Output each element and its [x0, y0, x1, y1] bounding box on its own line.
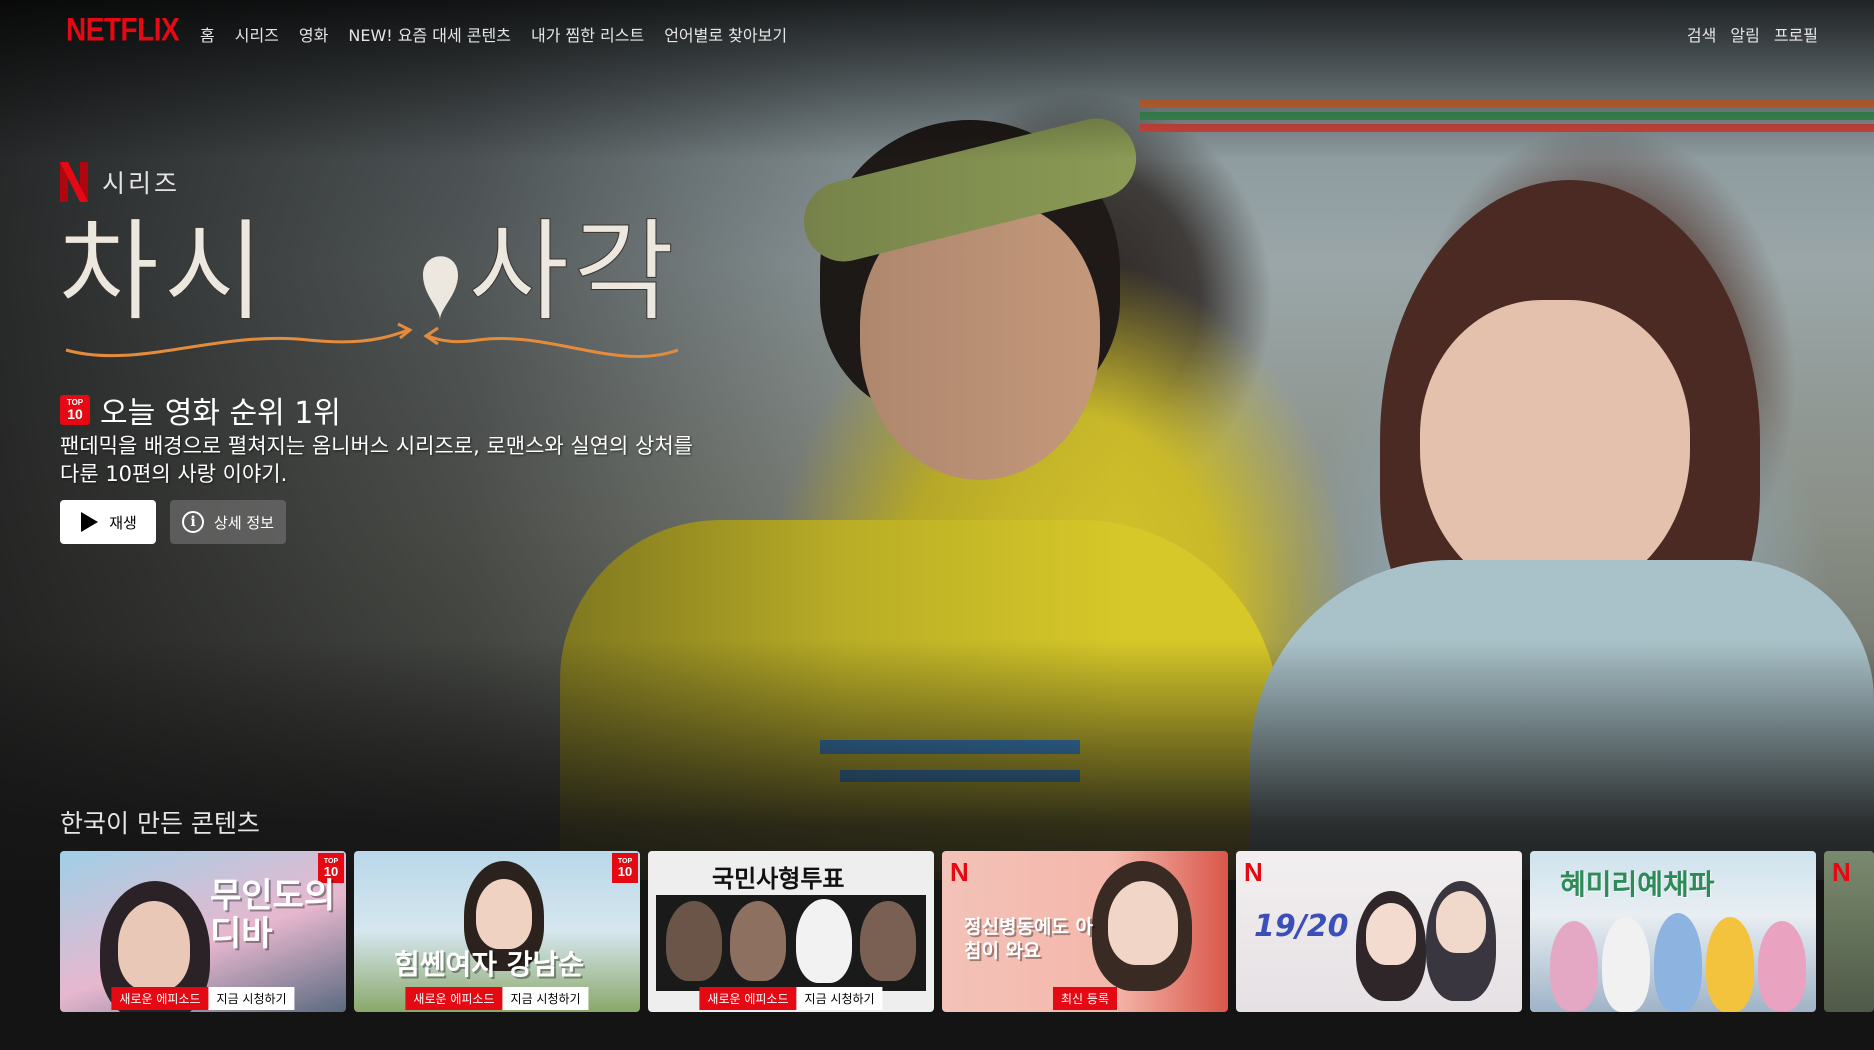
nav-series[interactable]: 시리즈 — [235, 22, 279, 46]
hero-series-label: 시리즈 — [60, 162, 180, 202]
play-button-label: 재생 — [109, 513, 137, 532]
netflix-n-icon: N — [1832, 857, 1851, 887]
card-title: 무인도의 디바 — [210, 876, 336, 954]
title-card[interactable]: TOP 10 무인도의 디바 새로운 에피소드 지금 시청하기 — [60, 851, 346, 1012]
card-figure-face — [1108, 881, 1178, 965]
card-figure-face — [1436, 891, 1486, 953]
title-card[interactable]: 국민사형투표 새로운 에피소드 지금 시청하기 — [648, 851, 934, 1012]
card-figure — [1550, 921, 1598, 1011]
svg-text:차시: 차시 — [58, 208, 268, 336]
play-button[interactable]: 재생 — [60, 500, 156, 544]
title-card[interactable]: 혜미리예채파 — [1530, 851, 1816, 1012]
card-figure — [1758, 921, 1806, 1011]
watch-now-badge: 지금 시청하기 — [502, 987, 589, 1010]
hero-buttons: 재생 i 상세 정보 — [60, 500, 286, 544]
card-title: 정신병동에도 아침이 와요 — [964, 916, 1093, 962]
card-title: 힘쎈여자 강남순 — [394, 948, 585, 981]
nav-new-popular[interactable]: NEW! 요즘 대세 콘텐츠 — [348, 22, 511, 46]
top10-icon: TOP 10 — [60, 395, 90, 425]
info-icon: i — [182, 511, 205, 533]
row-title: 한국이 만든 콘텐츠 — [60, 809, 260, 838]
top-nav: NETFLIX 홈 시리즈 영화 NEW! 요즘 대세 콘텐츠 내가 찜한 리스… — [0, 0, 1874, 68]
title-card[interactable]: N 정신병동에도 아침이 와요 최신 등록 — [942, 851, 1228, 1012]
card-figure — [1706, 917, 1754, 1012]
hero-title-logo: 차시 사각 — [58, 200, 698, 370]
card-figure-face — [476, 879, 532, 949]
hero-rank-text: 오늘 영화 순위 1위 — [100, 396, 341, 431]
card-figure — [666, 901, 722, 981]
card-figure — [730, 901, 786, 981]
card-figure-face — [1366, 903, 1416, 965]
play-icon — [81, 512, 99, 532]
card-title: 혜미리예채파 — [1560, 868, 1715, 901]
card-badges: 새로운 에피소드 지금 시청하기 — [111, 987, 295, 1010]
nav-my-list[interactable]: 내가 찜한 리스트 — [531, 22, 644, 46]
netflix-logo[interactable]: NETFLIX — [66, 12, 180, 49]
watch-now-badge: 지금 시청하기 — [208, 987, 295, 1010]
search-link[interactable]: 검색 — [1687, 22, 1716, 46]
new-episode-badge: 새로운 에피소드 — [405, 987, 503, 1010]
card-title: 19/20 — [1254, 909, 1349, 944]
new-episode-badge: 새로운 에피소드 — [111, 987, 209, 1010]
card-badges: 새로운 에피소드 지금 시청하기 — [699, 987, 883, 1010]
profile-link[interactable]: 프로필 — [1774, 22, 1818, 46]
top10-icon: TOP 10 — [612, 853, 638, 883]
card-figure — [1602, 917, 1650, 1012]
card-figure — [1654, 913, 1702, 1012]
hero-synopsis-line: 다룬 10편의 사랑 이야기. — [60, 462, 288, 486]
card-badges: 최신 등록 — [1053, 987, 1117, 1010]
card-figure-face — [118, 901, 190, 991]
title-card[interactable]: TOP 10 힘쎈여자 강남순 새로운 에피소드 지금 시청하기 — [354, 851, 640, 1012]
nav-browse-languages[interactable]: 언어별로 찾아보기 — [664, 22, 787, 46]
nav-home[interactable]: 홈 — [200, 22, 215, 46]
more-info-button-label: 상세 정보 — [214, 513, 274, 532]
card-badges: 새로운 에피소드 지금 시청하기 — [405, 987, 589, 1010]
nav-links: 홈 시리즈 영화 NEW! 요즘 대세 콘텐츠 내가 찜한 리스트 언어별로 찾… — [200, 22, 787, 46]
svg-text:사각: 사각 — [468, 208, 678, 336]
content-row: TOP 10 무인도의 디바 새로운 에피소드 지금 시청하기 TOP 10 힘쎈여… — [60, 851, 1874, 1012]
title-card-partial[interactable]: N — [1824, 851, 1874, 1012]
top10-icon-line2: 10 — [67, 406, 83, 422]
watch-now-badge: 지금 시청하기 — [796, 987, 883, 1010]
recently-added-badge: 최신 등록 — [1053, 987, 1117, 1010]
new-episode-badge: 새로운 에피소드 — [699, 987, 797, 1010]
card-title: 국민사형투표 — [712, 865, 845, 893]
more-info-button[interactable]: i 상세 정보 — [170, 500, 286, 544]
netflix-n-icon: N — [950, 857, 969, 887]
hero-synopsis-line: 팬데믹을 배경으로 펼쳐지는 옴니버스 시리즈로, 로맨스와 실연의 상처를 — [60, 434, 693, 458]
netflix-n-icon — [60, 162, 88, 202]
nav-right: 검색 알림 프로필 — [1687, 22, 1818, 46]
hero-type-label: 시리즈 — [102, 169, 181, 198]
hero-rank: TOP 10 오늘 영화 순위 1위 — [60, 388, 341, 432]
card-figure — [860, 901, 916, 981]
notifications-link[interactable]: 알림 — [1730, 22, 1759, 46]
netflix-n-icon: N — [1244, 857, 1263, 887]
hero-synopsis: 팬데믹을 배경으로 펼쳐지는 옴니버스 시리즈로, 로맨스와 실연의 상처를 다… — [60, 432, 820, 488]
title-card[interactable]: N 19/20 — [1236, 851, 1522, 1012]
card-mask-figure — [796, 899, 852, 983]
nav-movies[interactable]: 영화 — [299, 22, 328, 46]
